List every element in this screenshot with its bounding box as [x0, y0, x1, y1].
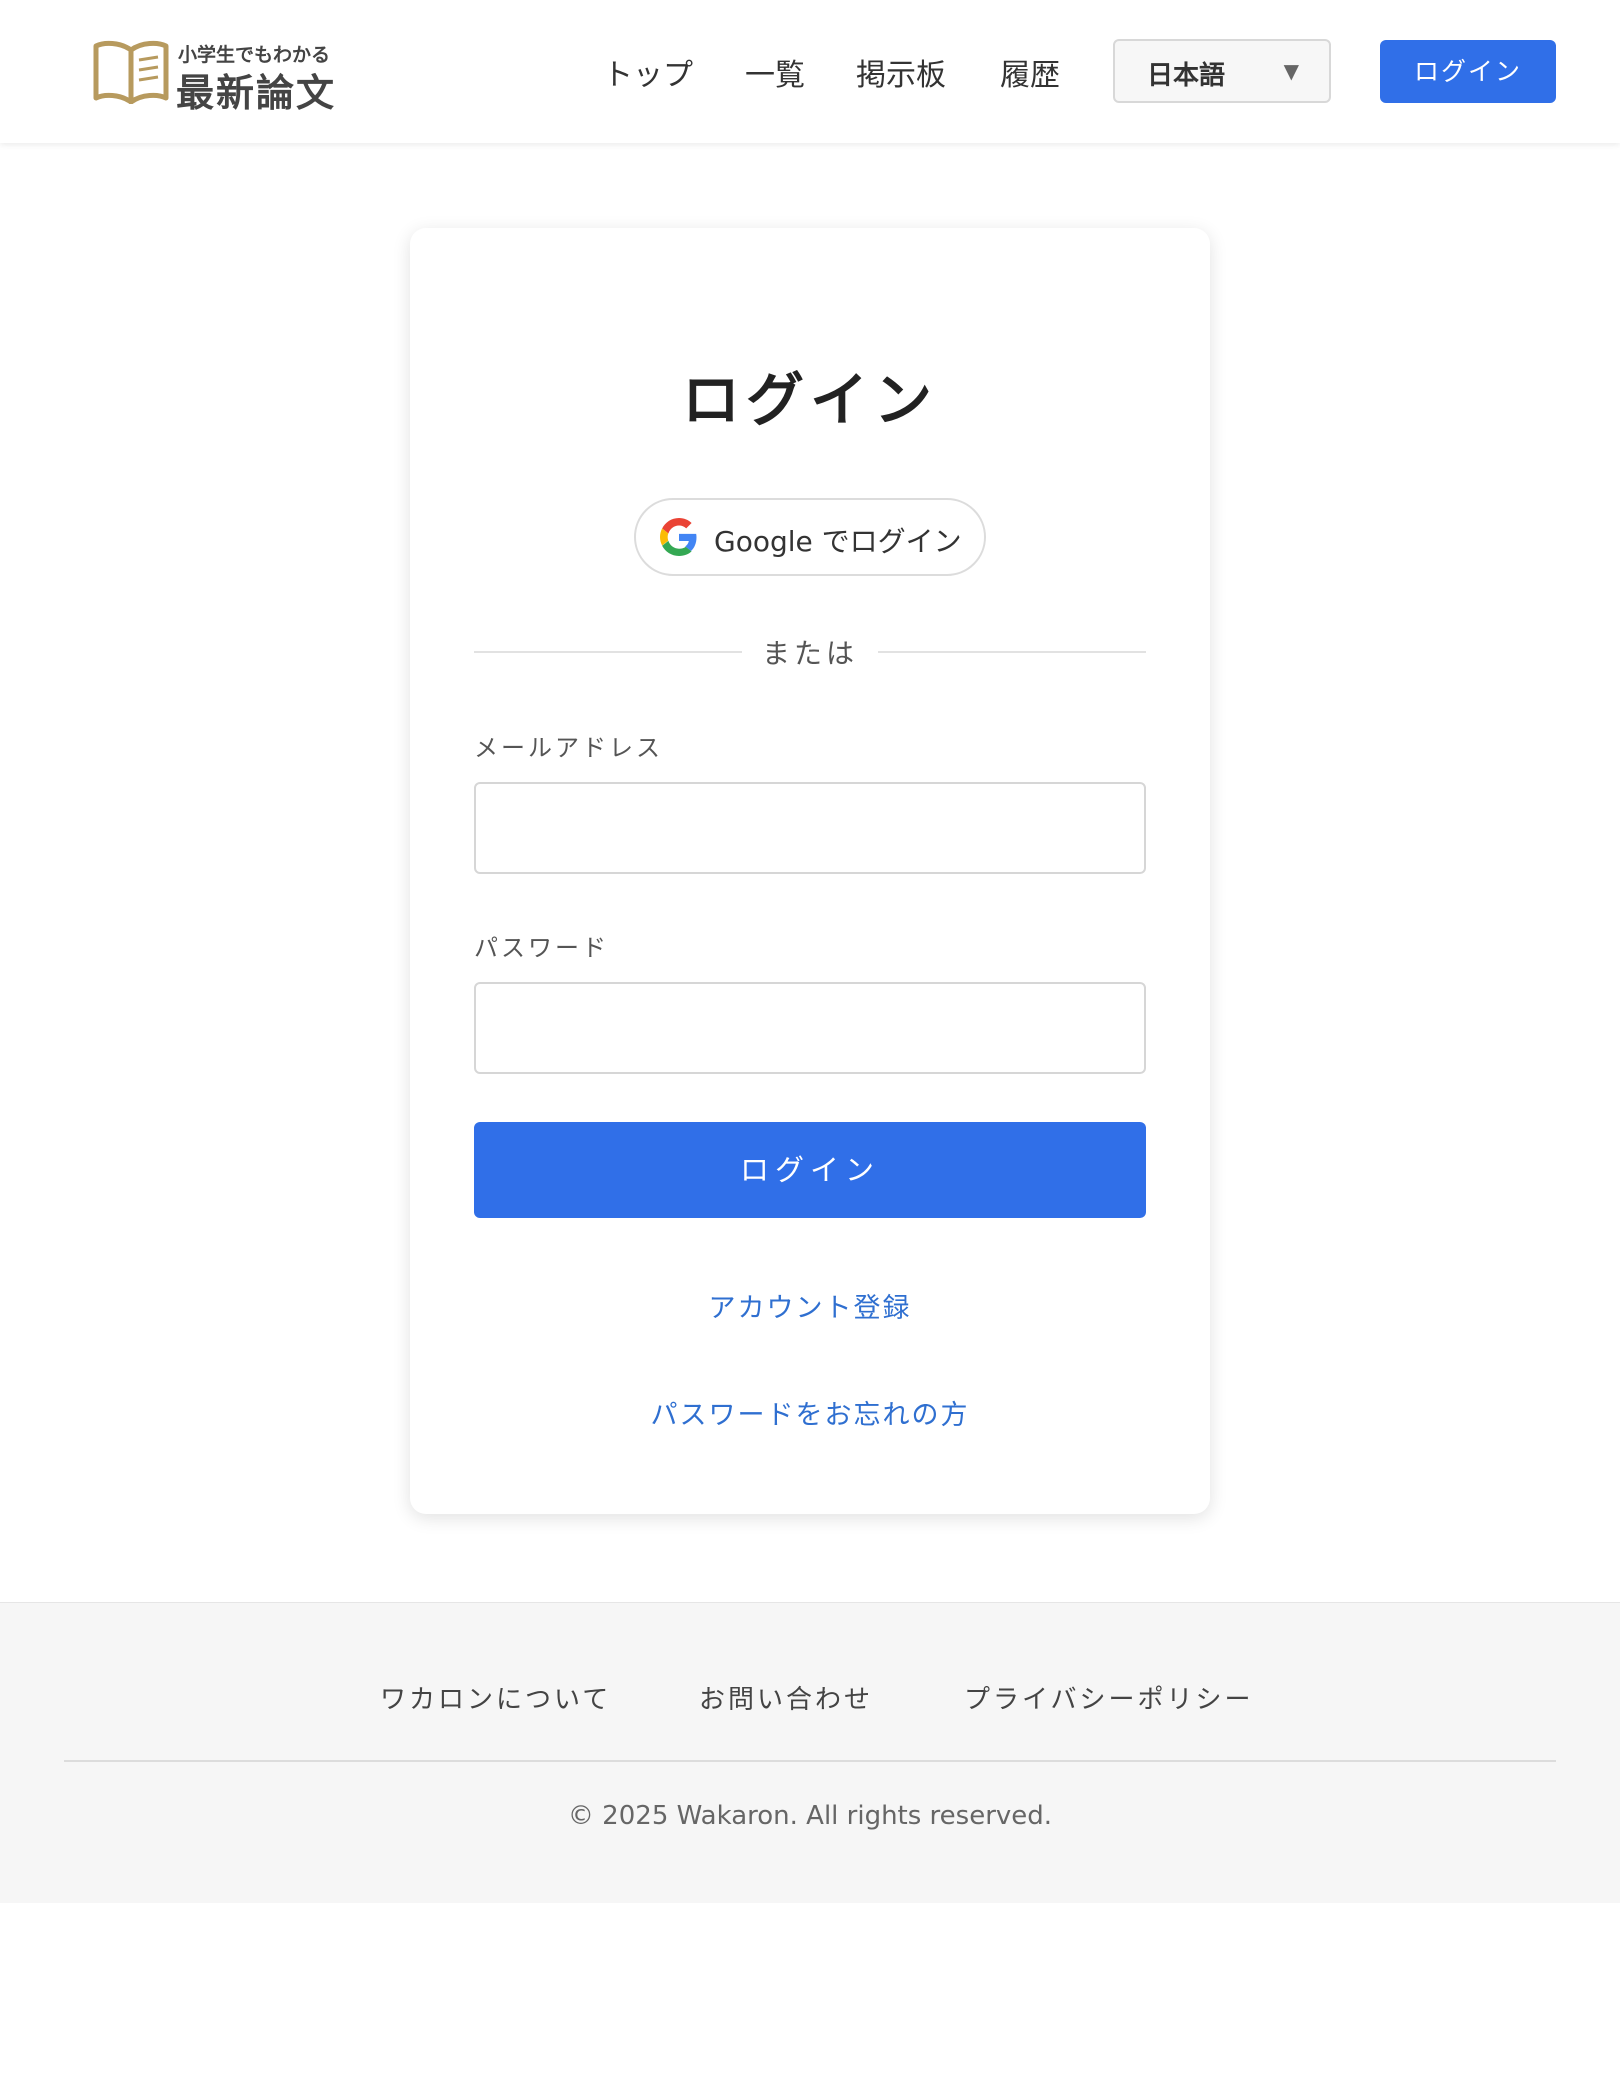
google-icon	[660, 518, 697, 556]
language-select[interactable]: 日本語 ▼	[1113, 39, 1331, 103]
language-selected: 日本語	[1147, 61, 1226, 91]
header-login-button[interactable]: ログイン	[1380, 40, 1556, 103]
or-divider: または	[761, 637, 858, 670]
login-card: ログイン Google でログイン または メールアドレス パスワード ログイン…	[410, 228, 1210, 1514]
password-field[interactable]	[474, 982, 1146, 1074]
password-label: パスワード	[474, 934, 609, 962]
footer-divider	[64, 1760, 1556, 1762]
forgot-password-link[interactable]: パスワードをお忘れの方	[410, 1393, 1210, 1432]
site-logo[interactable]: 小学生でもわかる 最新論文	[92, 36, 352, 115]
nav-item-top[interactable]: トップ	[603, 50, 693, 94]
footer-link-contact[interactable]: お問い合わせ	[699, 1679, 873, 1716]
login-title: ログイン	[681, 366, 938, 434]
google-login-button[interactable]: Google でログイン	[634, 498, 986, 576]
nav-item-history[interactable]: 履歴	[1000, 50, 1060, 94]
email-field[interactable]	[474, 782, 1146, 874]
logo-name: 最新論文	[176, 71, 337, 115]
chevron-down-icon: ▼	[1283, 59, 1299, 83]
footer-link-privacy[interactable]: プライバシーポリシー	[964, 1679, 1253, 1716]
copyright: © 2025 Wakaron. All rights reserved.	[567, 1801, 1053, 1831]
site-footer: ワカロンについて お問い合わせ プライバシーポリシー © 2025 Wakaro…	[0, 1602, 1620, 1903]
google-login-label: Google でログイン	[714, 525, 962, 558]
site-header: 小学生でもわかる 最新論文 トップ 一覧 掲示板 履歴 日本語 ▼ ログイン	[0, 0, 1620, 143]
email-label: メールアドレス	[474, 734, 663, 762]
nav-item-board[interactable]: 掲示板	[856, 50, 946, 94]
nav-item-list[interactable]: 一覧	[745, 50, 805, 94]
register-link[interactable]: アカウント登録	[410, 1286, 1210, 1325]
book-icon	[93, 40, 169, 104]
footer-link-about[interactable]: ワカロンについて	[380, 1679, 611, 1716]
login-submit-button[interactable]: ログイン	[474, 1122, 1146, 1218]
